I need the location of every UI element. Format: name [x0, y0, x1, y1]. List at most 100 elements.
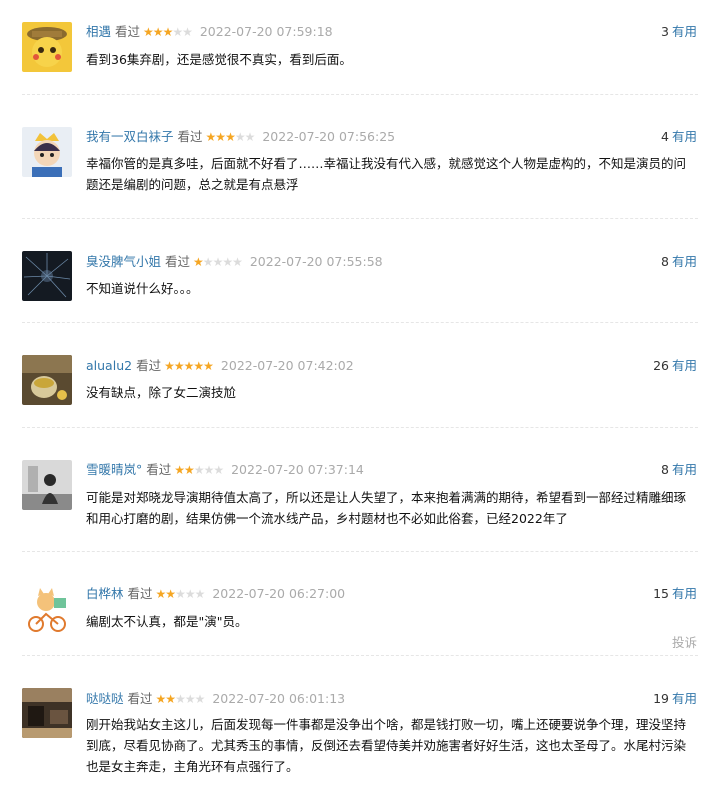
comment-time[interactable]: 2022-07-20 07:55:58 — [250, 253, 383, 271]
vote-count: 3 — [661, 24, 669, 39]
vote-area: 15 有用 — [653, 585, 697, 603]
report-button[interactable]: 投诉 — [672, 632, 697, 651]
star-filled-icon: ★ — [203, 359, 214, 373]
useful-vote-button[interactable]: 有用 — [672, 254, 697, 269]
comment-divider — [22, 551, 698, 552]
star-empty-icon: ★ — [193, 463, 205, 477]
comment-time[interactable]: 2022-07-20 07:56:25 — [262, 128, 395, 146]
comment-text: 可能是对郑晓龙导演期待值太高了，所以还是让人失望了，本来抱着满满的期待，希望看到… — [86, 490, 687, 526]
comment-meta: 我有一双白袜子 看过 ★★★★★ 2022-07-20 07:56:25 — [86, 128, 395, 146]
watch-status: 看过 — [165, 254, 191, 269]
comment-meta: 雪暖晴岚° 看过 ★★★★★ 2022-07-20 07:37:14 — [86, 461, 364, 479]
cafe-interior-avatar-icon[interactable] — [22, 688, 72, 738]
comment-divider — [22, 218, 698, 219]
vote-count: 19 — [653, 691, 669, 706]
useful-vote-button[interactable]: 有用 — [672, 462, 697, 477]
comment-time[interactable]: 2022-07-20 07:37:14 — [231, 461, 364, 479]
useful-vote-button[interactable]: 有用 — [672, 358, 697, 373]
dark-night-sky-avatar-icon[interactable] — [22, 251, 72, 301]
cartoon-detective-avatar-icon[interactable] — [22, 22, 72, 72]
vote-count: 8 — [661, 254, 669, 269]
star-filled-icon: ★ — [173, 359, 185, 373]
star-filled-icon: ★ — [143, 25, 154, 39]
rating-stars: ★★★★★ — [206, 128, 256, 146]
star-empty-icon: ★ — [212, 255, 224, 269]
comment-meta: 白桦林 看过 ★★★★★ 2022-07-20 06:27:00 — [86, 585, 345, 603]
username-link[interactable]: 雪暖晴岚° — [86, 461, 142, 479]
star-filled-icon: ★ — [155, 587, 167, 601]
rating-stars: ★★★★★ — [155, 585, 206, 603]
vote-count: 4 — [661, 129, 669, 144]
username-link[interactable]: 臭没脾气小姐 — [86, 253, 161, 271]
rating-stars: ★★★★★ — [156, 690, 206, 708]
watch-status: 看过 — [136, 358, 162, 373]
vote-area: 26 有用 — [653, 357, 697, 375]
rating-stars: ★★★★★ — [174, 461, 224, 479]
comment-text: 幸福你管的是真多哇，后面就不好看了……幸福让我没有代入感，就感觉这个人物是虚构的… — [86, 156, 687, 192]
useful-vote-button[interactable]: 有用 — [672, 586, 697, 601]
comment-divider — [22, 322, 698, 323]
star-empty-icon: ★ — [194, 692, 206, 706]
useful-vote-button[interactable]: 有用 — [672, 129, 697, 144]
comment-text: 刚开始我站女主这儿，后面发现每一件事都是没争出个啥，都是钱打败一切，嘴上还硬要说… — [86, 717, 687, 774]
rating-stars: ★★★★★ — [143, 23, 193, 41]
comment-time[interactable]: 2022-07-20 06:01:13 — [212, 690, 345, 708]
star-filled-icon: ★ — [152, 25, 164, 39]
comment-divider — [22, 655, 698, 656]
star-empty-icon: ★ — [194, 587, 206, 601]
watch-status: 看过 — [146, 462, 172, 477]
comment-meta: 相遇 看过 ★★★★★ 2022-07-20 07:59:18 — [86, 23, 333, 41]
star-empty-icon: ★ — [244, 130, 256, 144]
comment-meta: 哒哒哒 看过 ★★★★★ 2022-07-20 06:01:13 — [86, 690, 345, 708]
star-empty-icon: ★ — [175, 692, 186, 706]
watch-status: 看过 — [177, 129, 203, 144]
comment-meta: 臭没脾气小姐 看过 ★★★★★ 2022-07-20 07:55:58 — [86, 253, 383, 271]
vote-area: 8 有用 — [661, 253, 697, 271]
tea-cup-avatar-icon[interactable] — [22, 355, 72, 405]
comment-divider — [22, 94, 698, 95]
vote-area: 4 有用 — [661, 128, 697, 146]
star-empty-icon: ★ — [175, 587, 186, 601]
comment-meta: alualu2 看过 ★★★★★ 2022-07-20 07:42:02 — [86, 357, 354, 375]
username-link[interactable]: 哒哒哒 — [86, 690, 124, 708]
username-link[interactable]: 相遇 — [86, 23, 111, 41]
star-empty-icon: ★ — [213, 463, 224, 477]
vote-count: 15 — [653, 586, 669, 601]
vote-count: 8 — [661, 462, 669, 477]
comment-text: 编剧太不认真，都是"演"员。 — [86, 614, 248, 629]
star-empty-icon: ★ — [222, 255, 233, 269]
star-filled-icon: ★ — [183, 359, 195, 373]
rating-stars: ★★★★★ — [193, 253, 243, 271]
star-filled-icon: ★ — [165, 587, 176, 601]
vote-count: 26 — [653, 358, 669, 373]
star-filled-icon: ★ — [174, 463, 185, 477]
useful-vote-button[interactable]: 有用 — [672, 691, 697, 706]
comment-time[interactable]: 2022-07-20 07:42:02 — [221, 357, 354, 375]
comment-text: 看到36集弃剧，还是感觉很不真实，看到后面。 — [86, 52, 352, 67]
cartoon-prince-avatar-icon[interactable] — [22, 127, 72, 177]
star-filled-icon: ★ — [193, 359, 204, 373]
star-filled-icon: ★ — [162, 25, 174, 39]
cartoon-cat-bike-avatar-icon[interactable] — [22, 584, 72, 634]
star-empty-icon: ★ — [182, 25, 193, 39]
comment-text: 不知道说什么好。。。 — [86, 281, 199, 296]
grayscale-girl-avatar-icon[interactable] — [22, 460, 72, 510]
rating-stars: ★★★★★ — [164, 357, 214, 375]
comment-time[interactable]: 2022-07-20 06:27:00 — [212, 585, 345, 603]
comment-time[interactable]: 2022-07-20 07:59:18 — [200, 23, 333, 41]
vote-area: 3 有用 — [661, 23, 697, 41]
star-empty-icon: ★ — [202, 255, 214, 269]
star-filled-icon: ★ — [215, 130, 226, 144]
username-link[interactable]: alualu2 — [86, 357, 132, 375]
star-empty-icon: ★ — [234, 130, 246, 144]
watch-status: 看过 — [127, 586, 153, 601]
useful-vote-button[interactable]: 有用 — [672, 24, 697, 39]
comment-divider — [22, 427, 698, 428]
username-link[interactable]: 白桦林 — [86, 585, 124, 603]
star-filled-icon: ★ — [193, 255, 204, 269]
username-link[interactable]: 我有一双白袜子 — [86, 128, 174, 146]
star-empty-icon: ★ — [184, 692, 196, 706]
star-filled-icon: ★ — [184, 463, 195, 477]
star-empty-icon: ★ — [232, 255, 243, 269]
star-empty-icon: ★ — [172, 25, 183, 39]
